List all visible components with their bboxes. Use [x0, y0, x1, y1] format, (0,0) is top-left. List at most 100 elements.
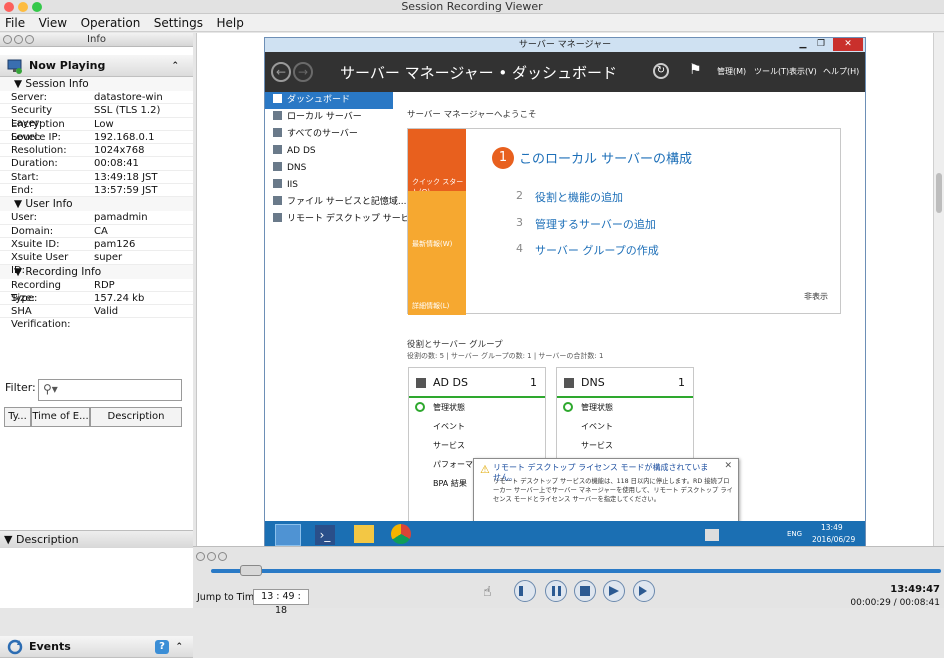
license-warning-popup[interactable]: ⚠ リモート デスクトップ ライセンス モードが構成されていません。 ✕ リモー…	[473, 458, 739, 524]
nav-label: ファイル サービスと記憶域...	[287, 197, 407, 207]
menu-operation[interactable]: Operation	[76, 14, 146, 32]
role-card-dns[interactable]: DNS 1 管理状態 イベント サービス	[556, 367, 694, 467]
nav-label: ローカル サーバー	[287, 112, 362, 122]
timeline-track[interactable]	[211, 569, 941, 573]
info-label: Recording Type:	[11, 279, 62, 304]
menu-view[interactable]: View	[34, 14, 72, 32]
minimize-window-button[interactable]	[18, 2, 28, 12]
monitor-icon	[7, 59, 22, 74]
player-window-controls[interactable]	[196, 551, 229, 564]
create-group-link[interactable]: サーバー グループの作成	[535, 242, 659, 258]
nav-remote-desktop[interactable]: リモート デスクトップ サービス ▸	[265, 211, 426, 228]
expand-triangle-icon: ▼	[14, 198, 26, 211]
nav-file-services[interactable]: ファイル サービスと記憶域... ▸	[265, 194, 414, 211]
nav-dns[interactable]: DNS	[265, 160, 393, 177]
forward-icon[interactable]: →	[293, 62, 313, 82]
nav-dashboard[interactable]: ダッシュボード	[265, 92, 393, 109]
menu-file[interactable]: File	[0, 14, 30, 32]
timeline-thumb[interactable]	[240, 565, 263, 576]
recording-info-list: Recording Type: RDP Size: 157.24 kb SHA Ve…	[0, 279, 193, 330]
menu-manage[interactable]: 管理(M)	[717, 66, 746, 77]
welcome-panel: クイック スタート(Q) 最新情報(W) 詳細情報(L) 1 このローカル サー…	[407, 128, 841, 315]
add-servers-link[interactable]: 管理するサーバーの追加	[535, 216, 656, 232]
add-roles-link[interactable]: 役割と機能の追加	[535, 189, 623, 205]
info-label: Security Layer:	[11, 105, 53, 130]
now-playing-header[interactable]: Now Playing ⌃	[0, 55, 193, 77]
menu-settings[interactable]: Settings	[149, 14, 208, 32]
powershell-icon[interactable]: ›_	[315, 525, 335, 545]
card-row-status[interactable]: 管理状態	[409, 398, 545, 417]
rdp-screen[interactable]: サーバー マネージャー ▁ ❐ ✕ ← → サーバー マネージャー • ダッシュ…	[264, 37, 866, 548]
filter-input[interactable]: ⚲▾	[38, 379, 182, 401]
rdp-restore-button[interactable]: ❐	[813, 38, 829, 51]
recording-info-group[interactable]: ▼ Recording Info	[0, 264, 193, 279]
collapse-chevron-icon[interactable]: ⌃	[171, 55, 179, 77]
tile-quick-start[interactable]: クイック スタート(Q)	[408, 129, 466, 196]
column-description[interactable]: Description	[90, 407, 182, 427]
info-label: User:	[11, 212, 37, 224]
card-row-services[interactable]: サービス	[557, 436, 693, 455]
nav-iis[interactable]: IIS	[265, 177, 393, 194]
fast-forward-icon	[609, 586, 619, 596]
card-row-status[interactable]: 管理状態	[557, 398, 693, 417]
back-icon[interactable]: ←	[271, 62, 291, 82]
card-row-events[interactable]: イベント	[409, 417, 545, 436]
rdp-close-button[interactable]: ✕	[833, 38, 863, 51]
pause-button[interactable]	[545, 580, 567, 602]
card-title: DNS	[581, 376, 605, 389]
jump-to-time-input[interactable]: 13 : 49 : 18	[253, 589, 309, 616]
refresh-icon[interactable]: ↻	[653, 63, 669, 79]
info-row: Duration: 00:08:41	[0, 157, 193, 171]
help-icon[interactable]: ?	[155, 640, 169, 655]
menu-tools[interactable]: ツール(T)	[754, 66, 789, 77]
menu-help[interactable]: ヘルプ(H)	[823, 66, 859, 77]
nav-ad-ds[interactable]: AD DS	[265, 143, 393, 160]
column-time[interactable]: Time of E...	[31, 407, 90, 427]
session-info-list: Server: datastore-win Security Layer: SSL …	[0, 91, 193, 198]
info-row: Source IP: 192.168.0.1	[0, 131, 193, 145]
pointer-icon[interactable]: ☝	[483, 584, 492, 600]
tray-icons[interactable]	[705, 529, 719, 541]
tile-whats-new[interactable]: 最新情報(W)	[408, 191, 466, 253]
events-header[interactable]: Events ? ⌃	[0, 636, 193, 658]
skip-forward-button[interactable]	[633, 580, 655, 602]
collapse-chevron-icon[interactable]: ⌃	[175, 636, 183, 658]
user-info-group[interactable]: ▼ User Info	[0, 197, 193, 212]
chrome-icon[interactable]	[391, 524, 411, 544]
configure-server-link[interactable]: このローカル サーバーの構成	[519, 148, 692, 167]
viewer-scrollbar[interactable]	[933, 33, 944, 546]
nav-all-servers[interactable]: すべてのサーバー	[265, 126, 393, 143]
panel-window-controls[interactable]	[3, 35, 36, 49]
info-value: 13:57:59 JST	[94, 185, 158, 197]
close-icon[interactable]: ✕	[724, 461, 732, 471]
info-panel-header: Info	[0, 33, 193, 47]
info-label: Start:	[11, 171, 39, 183]
info-row: End: 13:57:59 JST	[0, 184, 193, 198]
language-indicator[interactable]: ENG	[787, 530, 802, 538]
column-type[interactable]: Ty...	[4, 407, 31, 427]
expand-triangle-icon: ▼	[14, 265, 26, 278]
scrollbar-thumb[interactable]	[936, 173, 942, 213]
description-header[interactable]: ▼ Description	[0, 530, 193, 548]
menu-view[interactable]: 表示(V)	[789, 66, 817, 77]
tile-learn-more[interactable]: 詳細情報(L)	[408, 253, 466, 315]
rdp-minimize-button[interactable]: ▁	[795, 38, 811, 51]
roles-summary: 役割の数: 5 | サーバー グループの数: 1 | サーバーの合計数: 1	[407, 352, 604, 360]
welcome-label: サーバー マネージャーへようこそ	[407, 110, 537, 120]
stop-button[interactable]	[574, 580, 596, 602]
card-row-events[interactable]: イベント	[557, 417, 693, 436]
card-header: AD DS 1	[409, 368, 545, 398]
zoom-window-button[interactable]	[32, 2, 42, 12]
card-row-services[interactable]: サービス	[409, 436, 545, 455]
ad-ds-icon	[416, 378, 426, 388]
nav-local-server[interactable]: ローカル サーバー	[265, 109, 393, 126]
skip-back-button[interactable]	[514, 580, 536, 602]
explorer-icon[interactable]	[354, 525, 374, 543]
hide-link[interactable]: 非表示	[804, 291, 828, 302]
session-info-group[interactable]: ▼ Session Info	[0, 77, 193, 91]
close-window-button[interactable]	[4, 2, 14, 12]
flag-icon[interactable]: ⚑	[689, 62, 702, 78]
server-manager-taskbar-icon[interactable]	[275, 524, 301, 546]
fast-forward-button[interactable]	[603, 580, 625, 602]
menu-help[interactable]: Help	[212, 14, 249, 32]
